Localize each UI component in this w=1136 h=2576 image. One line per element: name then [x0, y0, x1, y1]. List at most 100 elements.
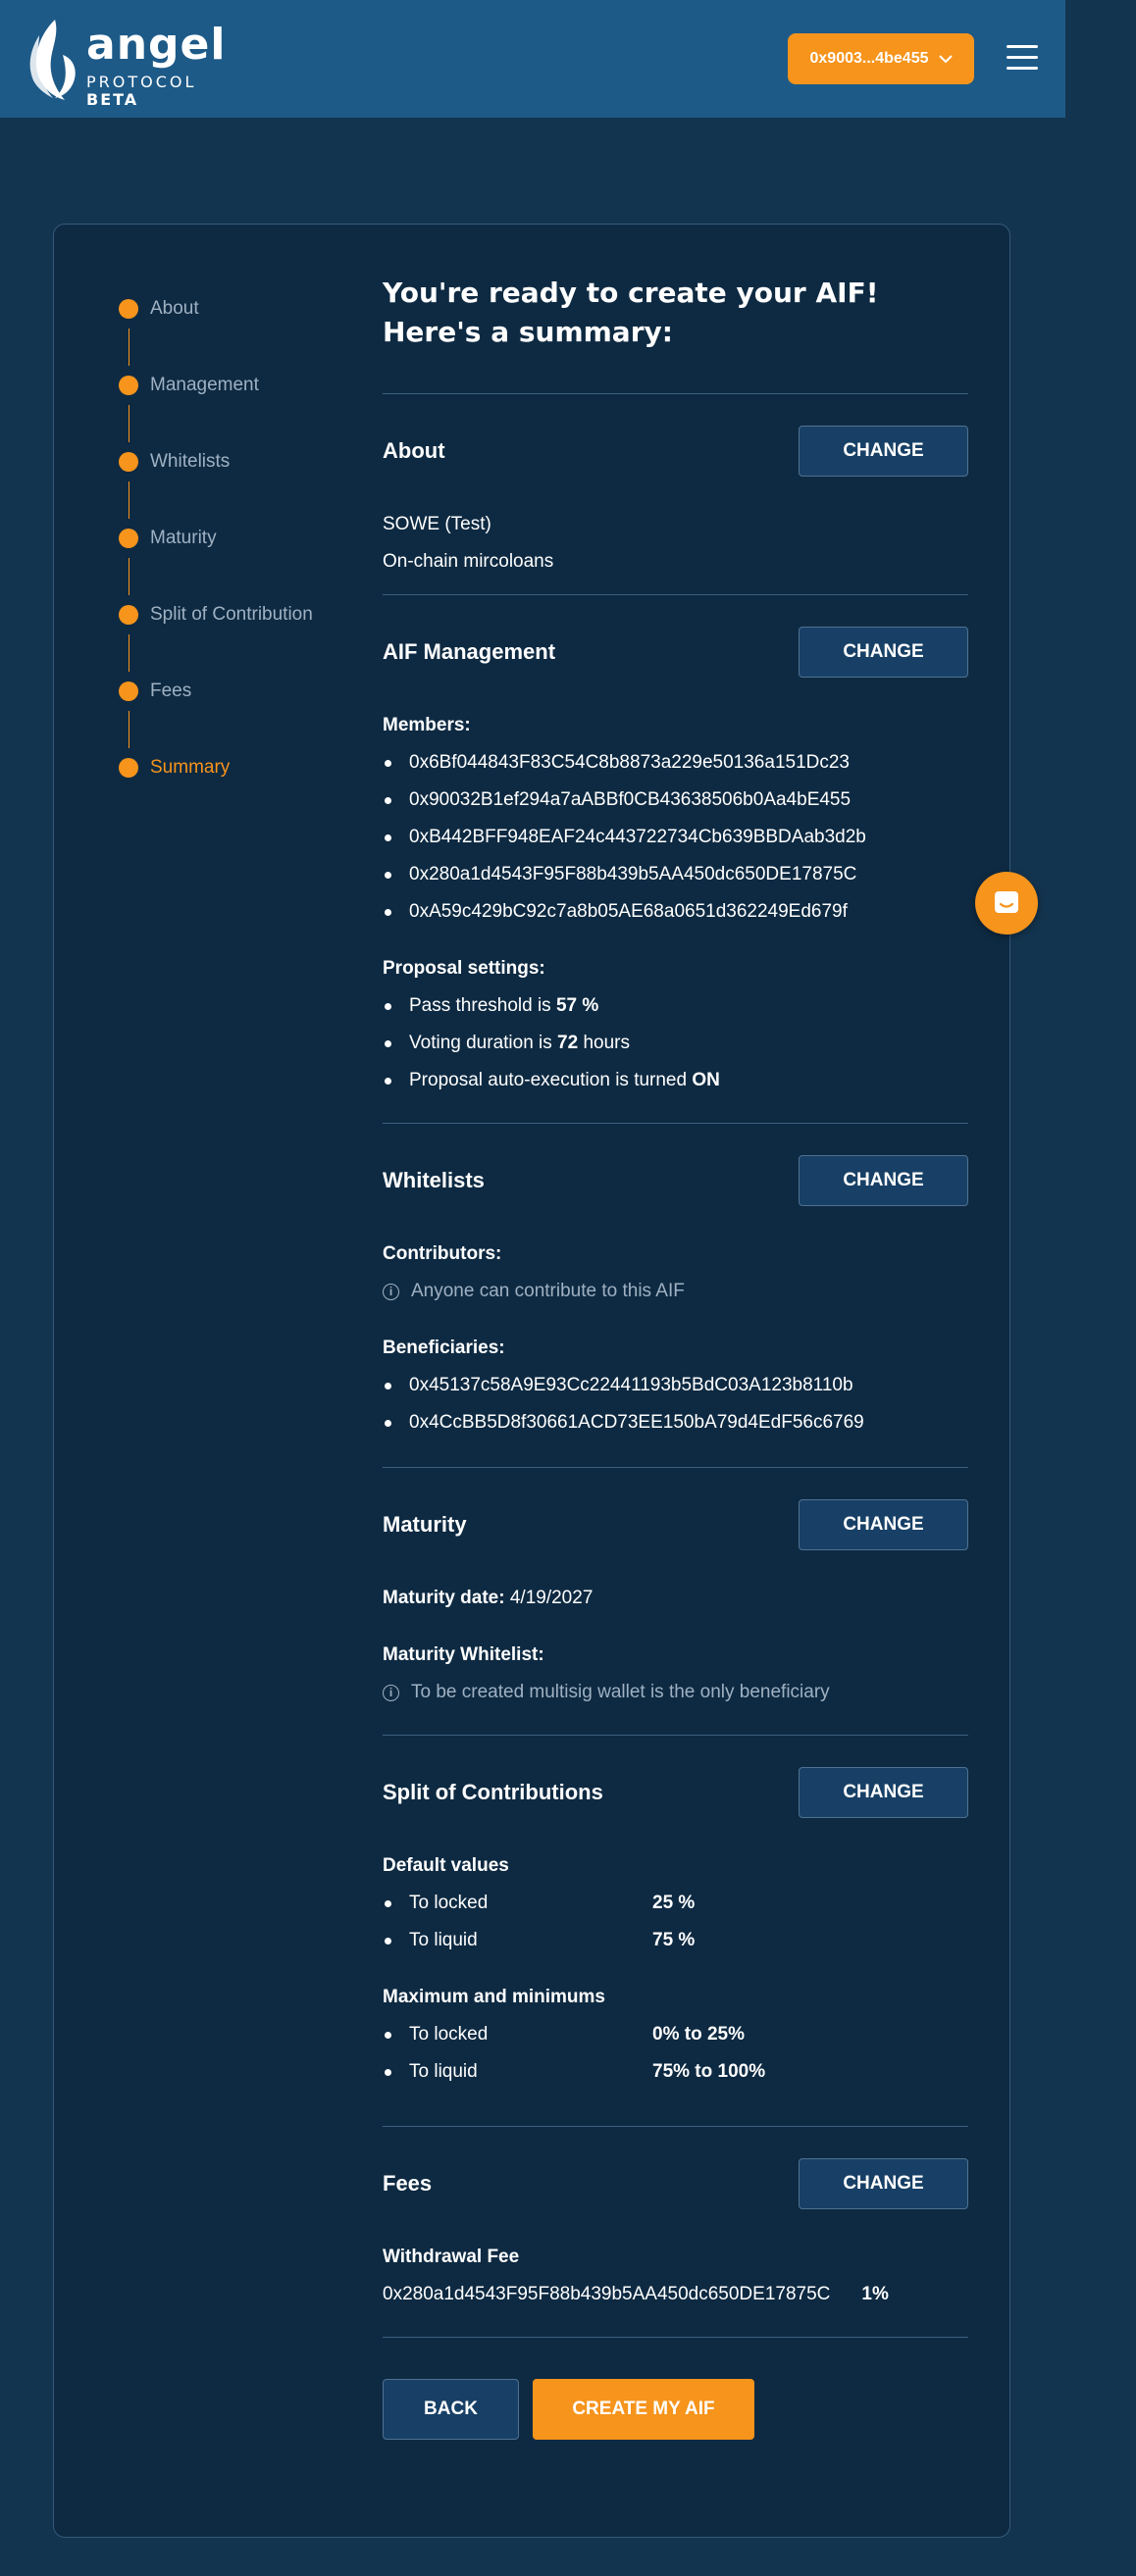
- step-dot: [119, 452, 138, 472]
- step-label: Fees: [150, 681, 192, 701]
- step-about[interactable]: About: [119, 289, 364, 328]
- member-address: 0x280a1d4543F95F88b439b5AA450dc650DE1787…: [383, 856, 968, 893]
- beneficiaries-list: 0x45137c58A9E93Cc22441193b5BdC03A123b811…: [383, 1367, 968, 1441]
- contributors-block: Contributors: i Anyone can contribute to…: [383, 1236, 968, 1310]
- maturity-title: Maturity: [383, 1512, 467, 1537]
- about-section-header: About CHANGE: [383, 426, 968, 477]
- limit-locked-row: To locked 0% to 25%: [383, 2016, 968, 2053]
- default-liquid-row: To liquid 75 %: [383, 1922, 968, 1959]
- summary-card: About Management Whitelists Maturity Spl…: [53, 224, 1010, 2538]
- contributors-label: Contributors:: [383, 1243, 502, 1264]
- default-locked-row: To locked 25 %: [383, 1885, 968, 1922]
- proposal-settings-block: Proposal settings: Pass threshold is 57 …: [383, 950, 968, 1099]
- members-list: 0x6Bf044843F83C54C8b8873a229e50136a151Dc…: [383, 744, 968, 931]
- auto-execution-item: Proposal auto-execution is turned ON: [383, 1062, 968, 1099]
- withdrawal-fee-address: 0x280a1d4543F95F88b439b5AA450dc650DE1787…: [383, 2284, 831, 2304]
- section-divider: [383, 393, 968, 394]
- step-label: Summary: [150, 757, 231, 778]
- wallet-button[interactable]: 0x9003...4be455: [788, 33, 974, 84]
- whitelists-title: Whitelists: [383, 1168, 485, 1192]
- whitelists-change-button[interactable]: CHANGE: [799, 1155, 968, 1206]
- section-divider: [383, 1123, 968, 1124]
- fees-change-button[interactable]: CHANGE: [799, 2158, 968, 2209]
- chat-support-button[interactable]: [975, 872, 1038, 934]
- beneficiaries-block: Beneficiaries: 0x45137c58A9E93Cc22441193…: [383, 1330, 968, 1441]
- step-dot: [119, 758, 138, 778]
- section-divider: [383, 2126, 968, 2127]
- voting-duration-value: 72: [557, 1033, 579, 1053]
- proposal-settings-list: Pass threshold is 57 % Voting duration i…: [383, 987, 968, 1099]
- whitelists-section-header: Whitelists CHANGE: [383, 1155, 968, 1206]
- default-values-label: Default values: [383, 1855, 509, 1876]
- step-fees[interactable]: Fees: [119, 672, 364, 711]
- logo-wordmark: angel: [86, 20, 227, 70]
- hamburger-icon[interactable]: [1007, 45, 1038, 73]
- step-label: Maturity: [150, 528, 217, 548]
- wing-logo-icon: [29, 20, 76, 100]
- member-address: 0x90032B1ef294a7aABBf0CB43638506b0Aa4bE4…: [383, 782, 968, 819]
- info-icon: i: [383, 1684, 399, 1701]
- step-dot: [119, 529, 138, 548]
- pass-threshold-value: 57 %: [555, 995, 599, 1016]
- page-title: You're ready to create your AIF! Here's …: [383, 277, 879, 348]
- beneficiary-address: 0x45137c58A9E93Cc22441193b5BdC03A123b811…: [383, 1367, 968, 1404]
- section-divider: [383, 1467, 968, 1468]
- step-summary[interactable]: Summary: [119, 748, 364, 787]
- section-divider: [383, 2337, 968, 2338]
- about-details: SOWE (Test) On-chain mircoloans: [383, 506, 968, 581]
- aif-description: On-chain mircoloans: [383, 551, 554, 572]
- step-whitelists[interactable]: Whitelists: [119, 442, 364, 481]
- logo-beta-tag: BETA: [86, 90, 139, 109]
- member-address: 0xB442BFF948EAF24c443722734Cb639BBDAab3d…: [383, 819, 968, 856]
- limit-liquid-row: To liquid 75% to 100%: [383, 2053, 968, 2091]
- beneficiary-address: 0x4CcBB5D8f30661ACD73EE150bA79d4EdF56c67…: [383, 1404, 968, 1441]
- step-maturity[interactable]: Maturity: [119, 519, 364, 558]
- management-section-header: AIF Management CHANGE: [383, 627, 968, 678]
- contributors-info-text: Anyone can contribute to this AIF: [411, 1281, 685, 1301]
- wallet-address: 0x9003...4be455: [809, 50, 929, 67]
- step-dot: [119, 299, 138, 319]
- withdrawal-fee-row: 0x280a1d4543F95F88b439b5AA450dc650DE1787…: [383, 2276, 968, 2313]
- step-nav: About Management Whitelists Maturity Spl…: [119, 289, 364, 787]
- maturity-whitelist-block: Maturity Whitelist: i To be created mult…: [383, 1637, 968, 1711]
- maturity-date-value: 4/19/2027: [509, 1588, 594, 1608]
- fees-section-header: Fees CHANGE: [383, 2158, 968, 2209]
- form-actions: BACK CREATE MY AIF: [383, 2379, 968, 2440]
- angel-protocol-logo[interactable]: angel PROTOCOL BETA: [26, 16, 225, 109]
- step-dot: [119, 682, 138, 701]
- step-label: Split of Contribution: [150, 604, 313, 625]
- maturity-change-button[interactable]: CHANGE: [799, 1499, 968, 1550]
- limits-label: Maximum and minimums: [383, 1987, 605, 2007]
- step-dot: [119, 605, 138, 625]
- split-title: Split of Contributions: [383, 1780, 603, 1804]
- back-button[interactable]: BACK: [383, 2379, 519, 2440]
- default-values-list: To locked 25 % To liquid 75 %: [383, 1885, 968, 1959]
- split-change-button[interactable]: CHANGE: [799, 1767, 968, 1818]
- maturity-section-header: Maturity CHANGE: [383, 1499, 968, 1550]
- summary-content: You're ready to create your AIF! Here's …: [383, 266, 968, 2440]
- withdrawal-fee-value: 1%: [861, 2284, 889, 2304]
- maturity-whitelist-info: i To be created multisig wallet is the o…: [383, 1674, 968, 1711]
- auto-execution-value: ON: [692, 1070, 720, 1090]
- withdrawal-fee-label: Withdrawal Fee: [383, 2247, 520, 2267]
- logo-subtitle: PROTOCOL: [86, 73, 197, 91]
- members-label: Members:: [383, 715, 471, 735]
- step-split[interactable]: Split of Contribution: [119, 595, 364, 634]
- step-label: About: [150, 298, 199, 319]
- step-label: Whitelists: [150, 451, 231, 472]
- withdrawal-fee-block: Withdrawal Fee 0x280a1d4543F95F88b439b5A…: [383, 2239, 968, 2313]
- chevron-down-icon: [938, 55, 953, 64]
- management-change-button[interactable]: CHANGE: [799, 627, 968, 678]
- maturity-whitelist-text: To be created multisig wallet is the onl…: [411, 1682, 830, 1702]
- step-dot: [119, 376, 138, 395]
- management-title: AIF Management: [383, 639, 556, 664]
- pass-threshold-item: Pass threshold is 57 %: [383, 987, 968, 1025]
- member-address: 0x6Bf044843F83C54C8b8873a229e50136a151Dc…: [383, 744, 968, 782]
- create-aif-button[interactable]: CREATE MY AIF: [533, 2379, 754, 2440]
- about-title: About: [383, 438, 445, 463]
- step-management[interactable]: Management: [119, 366, 364, 405]
- limits-list: To locked 0% to 25% To liquid 75% to 100%: [383, 2016, 968, 2091]
- limits-block: Maximum and minimums To locked 0% to 25% …: [383, 1979, 968, 2091]
- split-section-header: Split of Contributions CHANGE: [383, 1767, 968, 1818]
- about-change-button[interactable]: CHANGE: [799, 426, 968, 477]
